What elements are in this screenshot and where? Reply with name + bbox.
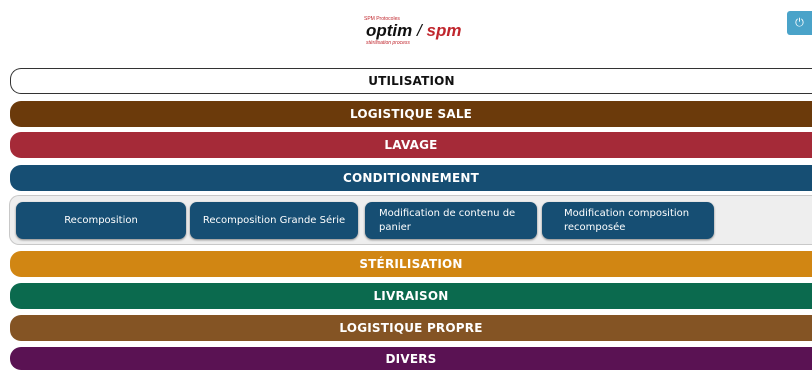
logo-word-spm: spm: [426, 21, 462, 40]
recomposition-grande-serie-button[interactable]: Recomposition Grande Série: [190, 202, 358, 239]
power-icon: ⏻: [795, 16, 804, 29]
menu-divers-label: DIVERS: [385, 351, 437, 366]
recomposition-grande-serie-label: Recomposition Grande Série: [202, 214, 346, 226]
logo-sub-text: stérilisation process: [366, 40, 410, 46]
menu-lavage[interactable]: LAVAGE: [10, 132, 812, 158]
logout-button[interactable]: ⏻: [787, 11, 812, 35]
recomposition-button[interactable]: Recomposition: [16, 202, 186, 239]
modification-composition-recomposee-button[interactable]: Modification composition recomposée: [542, 202, 714, 239]
modification-composition-recomposee-label: Modification composition recomposée: [564, 207, 690, 233]
menu-lavage-label: LAVAGE: [384, 138, 438, 152]
menu-utilisation[interactable]: UTILISATION: [10, 68, 812, 94]
logo-slash: /: [417, 21, 422, 40]
recomposition-label: Recomposition: [64, 214, 138, 226]
header: SPM Protocoles optim / spm stérilisation…: [0, 0, 812, 62]
logo-word-optim: optim: [366, 21, 413, 40]
menu-logistique-propre[interactable]: LOGISTIQUE PROPRE: [10, 315, 812, 341]
optim-spm-logo: SPM Protocoles optim / spm stérilisation…: [364, 16, 474, 46]
menu-logistique-sale-label: LOGISTIQUE SALE: [349, 107, 473, 121]
menu-sterilisation[interactable]: STÉRILISATION: [10, 251, 812, 277]
menu-conditionnement[interactable]: CONDITIONNEMENT: [10, 165, 812, 191]
menu-logistique-propre-label: LOGISTIQUE PROPRE: [339, 321, 483, 335]
menu-divers[interactable]: DIVERS: [10, 347, 812, 370]
menu-sterilisation-label: STÉRILISATION: [359, 257, 463, 271]
menu-livraison-label: LIVRAISON: [373, 289, 449, 303]
menu-utilisation-label: UTILISATION: [368, 74, 455, 88]
menu-livraison[interactable]: LIVRAISON: [10, 283, 812, 309]
menu-logistique-sale[interactable]: LOGISTIQUE SALE: [10, 101, 812, 127]
conditionnement-submenu: Recomposition Recomposition Grande Série…: [9, 195, 812, 245]
modification-contenu-panier-label: Modification de contenu de panier: [379, 207, 516, 233]
logo-main-text: optim / spm: [366, 22, 474, 40]
modification-contenu-panier-button[interactable]: Modification de contenu de panier: [365, 202, 537, 239]
menu-conditionnement-label: CONDITIONNEMENT: [343, 171, 479, 185]
